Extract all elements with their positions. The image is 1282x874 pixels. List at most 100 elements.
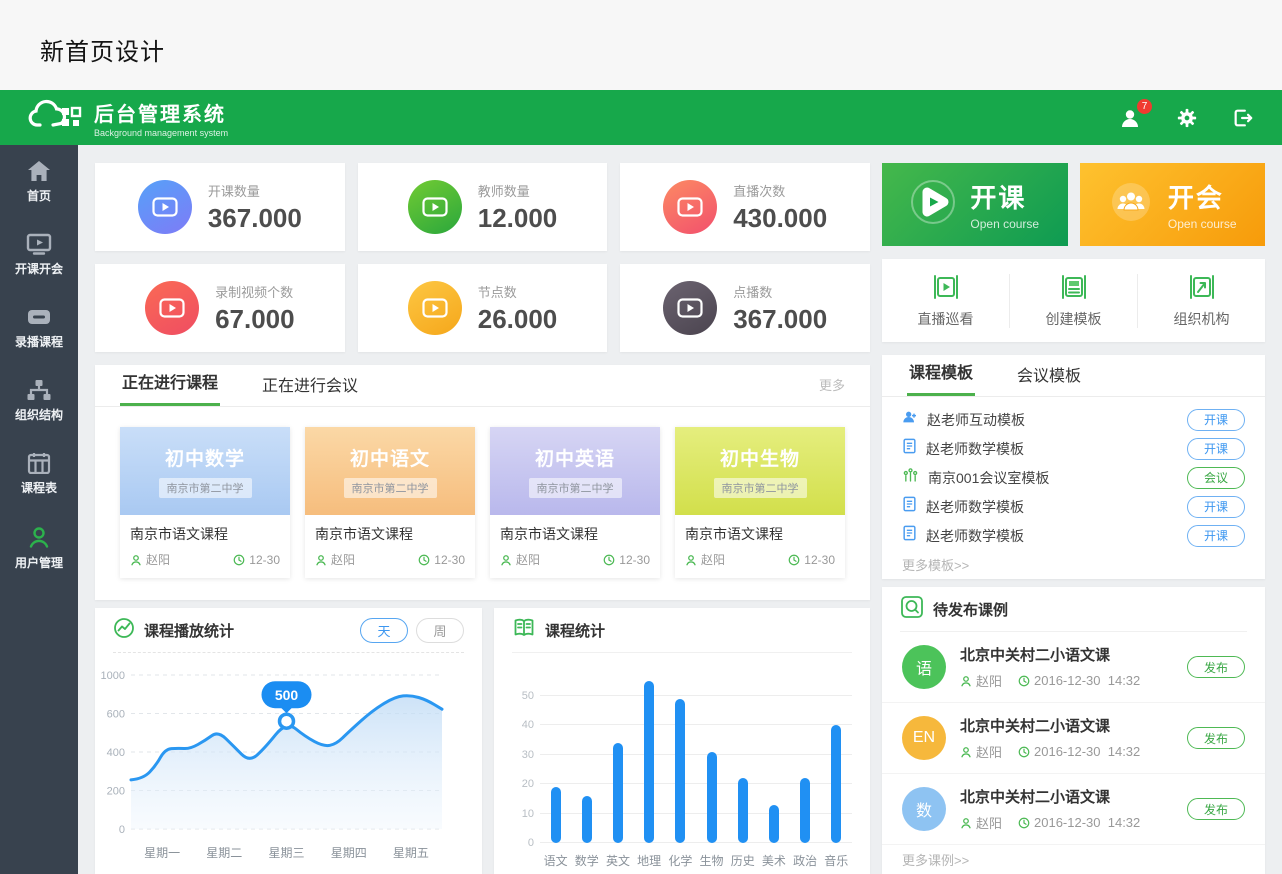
- course-card-list: 初中数学南京市第二中学南京市语文课程赵阳12-30初中语文南京市第二中学南京市语…: [95, 407, 870, 578]
- course-name: 南京市语文课程: [130, 524, 280, 544]
- pending-lessons-panel: 待发布课例 语北京中关村二小语文课赵阳2016-12-30 14:32发布EN北…: [882, 587, 1265, 874]
- template-row: 赵老师数学模板 开课: [902, 434, 1245, 463]
- toggle-week[interactable]: 周: [416, 618, 464, 643]
- course-name: 南京市语文课程: [500, 524, 650, 544]
- more-link[interactable]: 更多: [819, 375, 845, 406]
- more-templates-link[interactable]: 更多模板>>: [882, 550, 1265, 579]
- play-video-icon: [145, 281, 199, 335]
- magnifier-doc-icon: [900, 595, 924, 624]
- line-chart-svg: 10006004002000星期一星期二星期三星期四星期五500: [97, 661, 448, 867]
- x-tick-label: 语文: [542, 852, 570, 869]
- pending-lesson-row: 数北京中关村二小语文课赵阳2016-12-30 14:32发布: [882, 774, 1265, 845]
- bar: [582, 796, 592, 843]
- more-lessons-link[interactable]: 更多课例>>: [882, 845, 1265, 874]
- cloud-logo-icon: [26, 98, 82, 137]
- user-notifications-icon[interactable]: 7: [1118, 105, 1144, 131]
- bar: [738, 778, 748, 843]
- course-date: 12-30: [788, 551, 835, 568]
- svg-text:星期二: 星期二: [206, 846, 242, 860]
- open-meeting-button[interactable]: 开会Open course: [1080, 163, 1266, 246]
- brand-title: 后台管理系统: [94, 98, 228, 127]
- logout-icon[interactable]: [1230, 105, 1256, 131]
- doc-icon: [902, 438, 917, 459]
- pending-lesson-row: EN北京中关村二小语文课赵阳2016-12-30 14:32发布: [882, 703, 1265, 774]
- bar: [707, 752, 717, 843]
- template-name: 赵老师数学模板: [926, 439, 1024, 459]
- bar: [551, 787, 561, 843]
- course-card[interactable]: 初中数学南京市第二中学南京市语文课程赵阳12-30: [120, 427, 290, 578]
- publish-button[interactable]: 发布: [1187, 798, 1245, 820]
- y-tick-label: 10: [506, 808, 534, 820]
- course-card-header: 初中语文南京市第二中学: [305, 427, 475, 515]
- org-structure-action[interactable]: 组织机构: [1138, 272, 1265, 329]
- sidebar-item-recorded-courses[interactable]: 录播课程: [0, 291, 78, 364]
- play-video-icon: [408, 180, 462, 234]
- tab-course-templates[interactable]: 课程模板: [907, 349, 975, 396]
- bar: [644, 681, 654, 843]
- course-card-header: 初中英语南京市第二中学: [490, 427, 660, 515]
- open-course-button[interactable]: 开课Open course: [882, 163, 1068, 246]
- sidebar-item-org-structure[interactable]: 组织结构: [0, 364, 78, 437]
- template-action-button[interactable]: 开课: [1187, 525, 1245, 547]
- live-patrol-action[interactable]: 直播巡看: [882, 272, 1009, 329]
- lesson-title: 北京中关村二小语文课: [960, 786, 1140, 807]
- tab-meeting-templates[interactable]: 会议模板: [1015, 352, 1083, 396]
- teacher-name: 赵阳: [685, 551, 725, 568]
- tab-ongoing-courses[interactable]: 正在进行课程: [120, 359, 220, 406]
- people-icon: [1108, 179, 1154, 230]
- x-tick-label: 音乐: [822, 852, 850, 869]
- doc-icon: [902, 525, 917, 546]
- play-video-icon: [408, 281, 462, 335]
- calendar-icon: [0, 452, 78, 474]
- course-card-header: 初中数学南京市第二中学: [120, 427, 290, 515]
- x-tick-label: 地理: [635, 852, 663, 869]
- svg-text:星期五: 星期五: [393, 846, 429, 860]
- org-share-icon: [1138, 272, 1265, 302]
- template-action-button[interactable]: 开课: [1187, 496, 1245, 518]
- sidebar-item-open-class[interactable]: 开课开会: [0, 218, 78, 291]
- teacher-name: 赵阳: [960, 742, 1002, 761]
- org-tree-icon: [0, 379, 78, 401]
- x-tick-label: 生物: [698, 852, 726, 869]
- template-row: 南京001会议室模板会议: [902, 463, 1245, 492]
- doc-icon: [902, 496, 917, 517]
- live-play-icon: [882, 272, 1009, 302]
- user-add-icon: [902, 409, 918, 430]
- course-card[interactable]: 初中英语南京市第二中学南京市语文课程赵阳12-30: [490, 427, 660, 578]
- notification-badge: 7: [1137, 99, 1152, 114]
- publish-button[interactable]: 发布: [1187, 727, 1245, 749]
- tab-ongoing-meetings[interactable]: 正在进行会议: [260, 362, 360, 406]
- panel-title: 课程统计: [545, 620, 605, 641]
- pending-lesson-row: 语北京中关村二小语文课赵阳2016-12-30 14:32发布: [882, 632, 1265, 703]
- meeting-icon: [902, 467, 919, 488]
- sidebar-item-home[interactable]: 首页: [0, 145, 78, 218]
- template-action-button[interactable]: 开课: [1187, 438, 1245, 460]
- sidebar-item-user-management[interactable]: 用户管理: [0, 510, 78, 583]
- course-card-header: 初中生物南京市第二中学: [675, 427, 845, 515]
- lesson-title: 北京中关村二小语文课: [960, 644, 1140, 665]
- course-card[interactable]: 初中语文南京市第二中学南京市语文课程赵阳12-30: [305, 427, 475, 578]
- toggle-day[interactable]: 天: [360, 618, 408, 643]
- template-action-button[interactable]: 会议: [1187, 467, 1245, 489]
- x-tick-label: 历史: [729, 852, 757, 869]
- bar: [769, 805, 779, 843]
- course-subject: 初中语文: [350, 444, 430, 471]
- play-video-icon: [138, 180, 192, 234]
- stat-card-open-classes: 开课数量367.000: [95, 163, 345, 251]
- subject-avatar: 语: [902, 645, 946, 689]
- create-template-action[interactable]: 创建模板: [1010, 272, 1137, 329]
- template-action-button[interactable]: 开课: [1187, 409, 1245, 431]
- course-name: 南京市语文课程: [315, 524, 465, 544]
- video-screen-icon: [0, 233, 78, 255]
- publish-button[interactable]: 发布: [1187, 656, 1245, 678]
- y-tick-label: 50: [506, 690, 534, 702]
- teacher-name: 赵阳: [130, 551, 170, 568]
- course-card[interactable]: 初中生物南京市第二中学南京市语文课程赵阳12-30: [675, 427, 845, 578]
- x-tick-label: 化学: [666, 852, 694, 869]
- line-chart: 10006004002000星期一星期二星期三星期四星期五500: [95, 653, 482, 872]
- svg-text:500: 500: [275, 687, 299, 703]
- sidebar-item-timetable[interactable]: 课程表: [0, 437, 78, 510]
- settings-gear-icon[interactable]: [1174, 105, 1200, 131]
- lesson-title: 北京中关村二小语文课: [960, 715, 1140, 736]
- y-tick-label: 0: [506, 837, 534, 849]
